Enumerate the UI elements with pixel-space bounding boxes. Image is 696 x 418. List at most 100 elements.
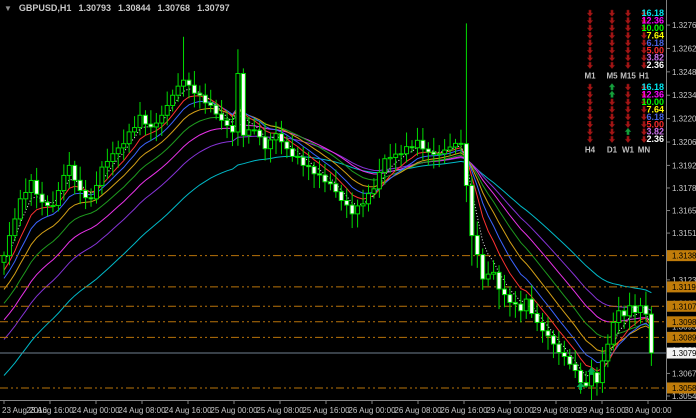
signal-down-arrow-icon (609, 136, 615, 143)
price-tick-label: 1.31920 (672, 161, 696, 170)
candle-body (160, 115, 164, 123)
price-axis[interactable]: 1.327601.326201.324801.323401.322001.320… (666, 21, 696, 401)
candle-body (312, 167, 316, 174)
candle-body (209, 103, 213, 105)
candle-body (296, 156, 300, 157)
signal-down-arrow-icon (587, 62, 593, 69)
candle (361, 190, 365, 217)
candle-body (345, 201, 349, 206)
time-axis[interactable]: 23 Aug 201623 Aug 16:0024 Aug 00:0024 Au… (2, 401, 672, 415)
level-price-label: 1.30891 (667, 332, 696, 343)
candle (73, 161, 77, 195)
candle (372, 178, 376, 198)
signal-up-arrow-icon (609, 83, 615, 90)
candle (62, 164, 66, 200)
candle-body (241, 74, 245, 136)
candle-body (100, 167, 104, 185)
candle (2, 251, 6, 274)
candle-body (579, 371, 583, 383)
signal-down-arrow-icon (587, 99, 593, 106)
level-label-text: 1.31380 (672, 252, 696, 261)
chart-canvas[interactable]: 1.327601.326201.324801.323401.322001.320… (0, 0, 696, 418)
time-tick-label: 23 Aug 16:00 (26, 406, 74, 415)
signal-down-arrow-icon (625, 91, 631, 98)
candle (198, 85, 202, 108)
candle-body (192, 85, 196, 93)
candle-body (51, 206, 55, 207)
candle (405, 133, 409, 163)
candle (78, 167, 82, 205)
candle-body (138, 115, 142, 127)
level-price-label: 1.31077 (667, 301, 696, 312)
candle-body (611, 322, 615, 344)
candle-body (2, 256, 6, 263)
candle-body (568, 357, 572, 365)
time-tick-label: 26 Aug 00:00 (348, 406, 396, 415)
time-tick-label: 24 Aug 16:00 (164, 406, 212, 415)
price-high: 1.30844 (118, 3, 151, 13)
level-label-text: 1.31077 (672, 302, 696, 311)
candle-body (84, 190, 88, 197)
candle-body (492, 272, 496, 274)
candle (345, 188, 349, 218)
signal-up-arrow-icon (609, 91, 615, 98)
timeframe-label-m5: M5 (606, 72, 618, 81)
candle-body (165, 105, 169, 115)
signal-down-arrow-icon (587, 17, 593, 24)
time-tick-label: 24 Aug 00:00 (72, 406, 120, 415)
candle-body (383, 159, 387, 173)
candle-body (600, 361, 604, 383)
candle-body (89, 198, 93, 199)
signal-down-arrow-icon (625, 55, 631, 62)
price-low: 1.30768 (158, 3, 191, 13)
candle (187, 73, 191, 99)
signal-down-arrow-icon (609, 40, 615, 47)
candle-body (633, 306, 637, 313)
candle (562, 341, 566, 366)
time-tick-label: 26 Aug 08:00 (394, 406, 442, 415)
price-tick-label: 1.32200 (672, 115, 696, 124)
candle-body (366, 194, 370, 204)
signal-down-arrow-icon (625, 10, 631, 17)
candle-body (535, 314, 539, 323)
candle-body (595, 373, 599, 383)
candle (143, 110, 147, 135)
candle-body (399, 154, 403, 155)
ema-line-p10 (4, 101, 651, 362)
chart-menu-icon[interactable]: ▼ (4, 4, 12, 13)
candle-body (339, 192, 343, 201)
candle (366, 185, 370, 212)
candle (595, 367, 599, 395)
candle-body (133, 128, 137, 132)
candle-body (7, 236, 11, 256)
candle (530, 285, 534, 318)
candle (350, 192, 354, 228)
symbol-period-label: GBPUSD,H1 (19, 3, 72, 13)
time-tick-label: 29 Aug 00:00 (486, 406, 534, 415)
candle-body (274, 134, 278, 140)
candle (464, 23, 468, 202)
chart-up-arrow-marker (577, 382, 585, 390)
level-price-label: 1.30984 (667, 316, 696, 327)
price-open: 1.30793 (78, 3, 111, 13)
price-tick-label: 1.31650 (672, 207, 696, 216)
candle-body (519, 304, 523, 311)
candle (519, 291, 523, 323)
candle (508, 286, 512, 316)
candle-body (454, 143, 458, 147)
candle (356, 200, 360, 228)
level-label-text: 1.30984 (672, 318, 696, 327)
candle (241, 68, 245, 147)
candle-body (154, 123, 158, 127)
candle (182, 37, 186, 97)
candle-body (486, 274, 490, 279)
time-tick-label: 25 Aug 08:00 (256, 406, 304, 415)
signal-down-arrow-icon (609, 129, 615, 136)
candle-body (361, 204, 365, 206)
candle (328, 173, 332, 190)
candle-body (502, 289, 506, 295)
time-tick-label: 29 Aug 08:00 (532, 406, 580, 415)
price-tick-label: 1.32480 (672, 68, 696, 77)
candle (513, 291, 517, 318)
candle-body (546, 331, 550, 336)
